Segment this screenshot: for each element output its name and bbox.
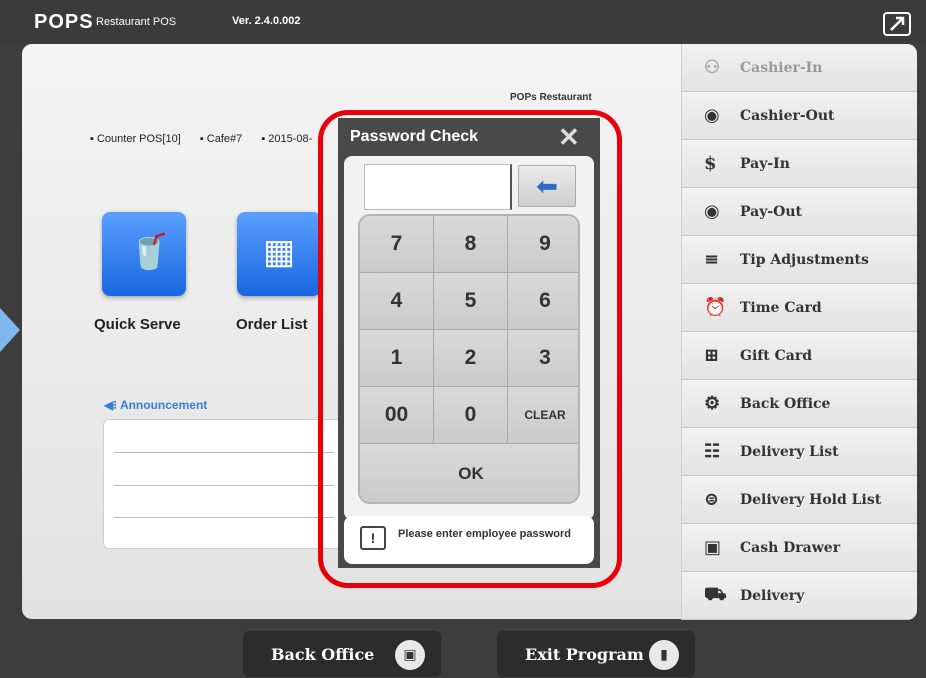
- cashier-out-icon: ◉: [704, 105, 720, 126]
- menu-delivery[interactable]: ⛟ Delivery: [682, 572, 917, 620]
- order-list-tile[interactable]: ▦: [237, 212, 321, 296]
- fullscreen-button[interactable]: [883, 12, 911, 36]
- status-store: ▪ Cafe#7: [199, 133, 243, 145]
- pay-in-icon: $: [704, 153, 717, 174]
- menu-cashier-out[interactable]: ◉ Cashier-Out: [682, 92, 917, 140]
- announcement-box: [103, 419, 343, 549]
- menu-pay-in[interactable]: $ Pay-In: [682, 140, 917, 188]
- menu-delivery-list[interactable]: ☷ Delivery List: [682, 428, 917, 476]
- app-version: Ver. 2.4.0.002: [232, 15, 301, 27]
- right-menu: ⚇ Cashier-In ◉ Cashier-Out $ Pay-In ◉ Pay-Ou…: [681, 44, 917, 620]
- clock-icon: ⏰: [704, 297, 727, 318]
- app-subtitle: Restaurant POS: [96, 16, 177, 28]
- cup-icon: 🥤: [128, 233, 171, 271]
- expand-icon: [890, 16, 905, 31]
- menu-cashier-in[interactable]: ⚇ Cashier-In: [682, 44, 917, 92]
- back-office-button[interactable]: Back Office ▣: [243, 631, 441, 677]
- exit-icon: ▮: [649, 640, 679, 670]
- order-list-label[interactable]: Order List: [236, 316, 308, 333]
- highlight-outline: [318, 110, 622, 588]
- menu-back-office[interactable]: ⚙ Back Office: [682, 380, 917, 428]
- announcement-label: ◀⁝ Announcement: [104, 398, 208, 412]
- menu-time-card[interactable]: ⏰ Time Card: [682, 284, 917, 332]
- bottom-bar: [0, 620, 926, 678]
- menu-tip-adjustments[interactable]: ≡ Tip Adjustments: [682, 236, 917, 284]
- menu-delivery-hold-list[interactable]: ⊜ Delivery Hold List: [682, 476, 917, 524]
- calculator-icon: ▦: [263, 233, 296, 271]
- tip-icon: ≡: [704, 249, 720, 270]
- quick-serve-tile[interactable]: 🥤: [102, 212, 186, 296]
- hold-icon: ⊜: [704, 489, 720, 510]
- side-arrow-icon[interactable]: [0, 308, 20, 352]
- status-line: ▪ Counter POS[10] ▪ Cafe#7 ▪ 2015-08-: [90, 133, 328, 145]
- gift-icon: ⊞: [704, 345, 720, 366]
- list-icon: ☷: [704, 441, 721, 462]
- drawer-icon: ▣: [704, 537, 722, 558]
- cashier-in-icon: ⚇: [704, 57, 721, 78]
- status-date: ▪ 2015-08-: [261, 133, 313, 145]
- app-logo: POPS: [34, 11, 94, 33]
- exit-program-button[interactable]: Exit Program ▮: [497, 631, 695, 677]
- announcement-line: [114, 517, 334, 518]
- speaker-icon: ◀⁝: [104, 398, 120, 412]
- menu-pay-out[interactable]: ◉ Pay-Out: [682, 188, 917, 236]
- menu-cash-drawer[interactable]: ▣ Cash Drawer: [682, 524, 917, 572]
- back-office-icon: ▣: [395, 640, 425, 670]
- announcement-line: [114, 485, 334, 486]
- announcement-line: [114, 452, 334, 453]
- quick-serve-label[interactable]: Quick Serve: [94, 316, 181, 333]
- truck-icon: ⛟: [704, 583, 727, 605]
- top-bar: POPS Restaurant POS Ver. 2.4.0.002: [0, 0, 926, 42]
- menu-gift-card[interactable]: ⊞ Gift Card: [682, 332, 917, 380]
- pay-out-icon: ◉: [704, 201, 720, 222]
- gears-icon: ⚙: [704, 393, 721, 414]
- pops-info: POPs Restaurant: [510, 92, 592, 103]
- status-pos: ▪ Counter POS[10]: [90, 133, 181, 145]
